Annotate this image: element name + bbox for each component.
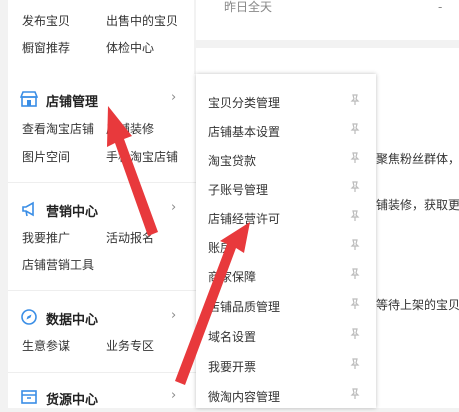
annotation-arrows <box>107 106 250 385</box>
annotation-arrow-up-right <box>175 222 250 385</box>
annotation-arrow-up <box>107 106 158 236</box>
